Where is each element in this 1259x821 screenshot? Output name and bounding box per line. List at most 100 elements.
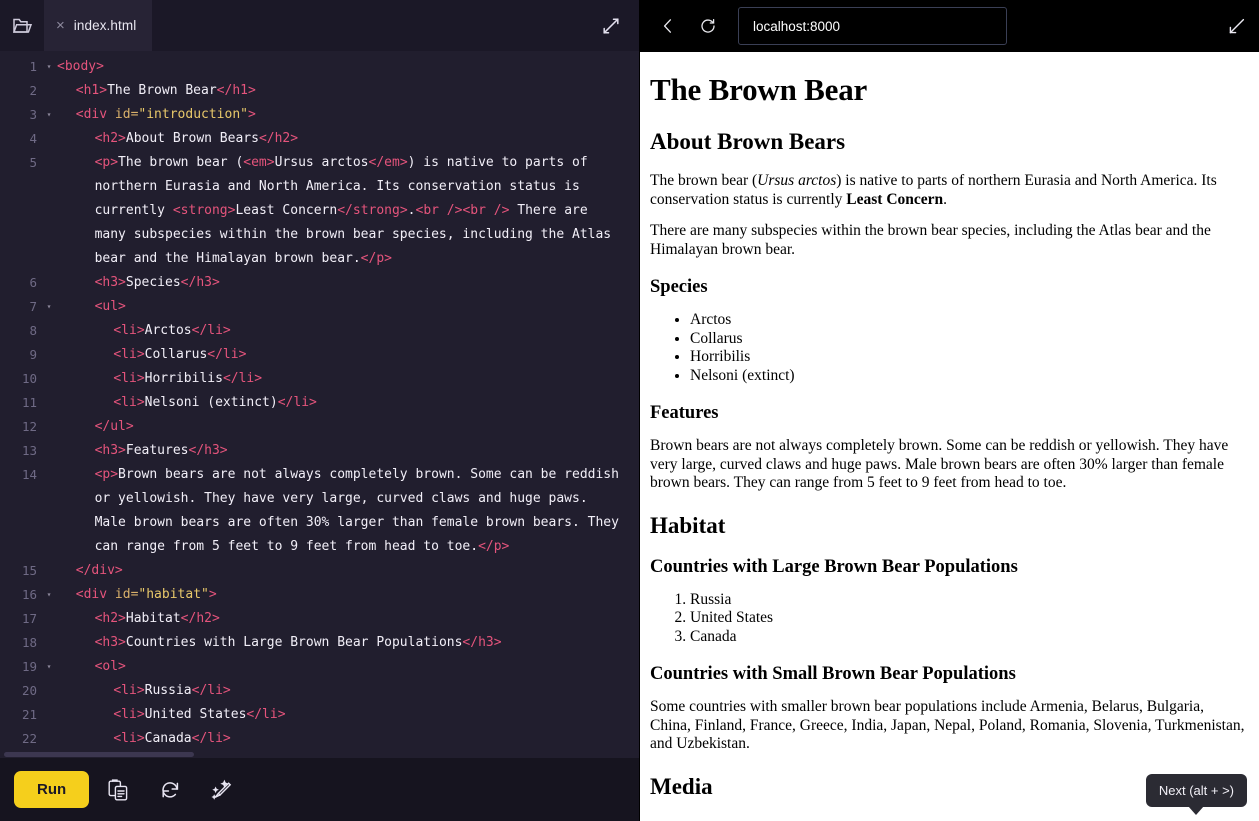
code-line[interactable]: 2 <h1>The Brown Bear</h1> [0,79,639,103]
code-line[interactable]: 13 <h3>Features</h3> [0,439,639,463]
code-token: <h3> [94,443,126,458]
code-line-content[interactable]: <div id="introduction"> [57,103,639,127]
magic-wand-icon[interactable] [199,767,245,813]
code-editor[interactable]: 1 ▾ <body> 2 <h1>The Brown Bear</h1> 3 ▾ <div i… [0,51,639,751]
line-number: 19 [21,659,37,674]
code-line-content[interactable]: <h2>About Brown Bears</h2> [57,127,639,151]
code-token: <p> [94,155,119,170]
intro-text-a: The brown bear ( [650,172,758,189]
line-number: 20 [21,683,37,698]
species-list-item: Nelsoni (extinct) [690,367,1247,386]
code-token: Least Concern [235,203,338,218]
fold-triangle-icon[interactable]: ▾ [41,655,57,679]
reload-icon[interactable] [690,8,726,44]
code-line-content[interactable]: <li>United States</li> [57,703,639,727]
code-line[interactable]: 4 <h2>About Brown Bears</h2> [0,127,639,151]
line-number: 10 [21,371,37,386]
code-line-content[interactable]: <ol> [57,655,639,679]
code-line[interactable]: 12 </ul> [0,415,639,439]
code-token: id= [114,587,139,602]
fold-triangle-icon[interactable]: ▾ [41,583,57,607]
code-line[interactable]: 20 <li>Russia</li> [0,679,639,703]
code-line[interactable]: 17 <h2>Habitat</h2> [0,607,639,631]
code-line-content[interactable]: <li>Canada</li> [57,727,639,751]
clipboard-copy-icon[interactable] [95,767,141,813]
code-line[interactable]: 3 ▾ <div id="introduction"> [0,103,639,127]
code-token: id= [114,107,139,122]
code-token: <em> [243,155,275,170]
run-button[interactable]: Run [14,771,90,808]
code-line[interactable]: 5 <p>The brown bear (<em>Ursus arctos</em… [0,151,639,271]
code-line-content[interactable]: <li>Arctos</li> [57,319,639,343]
line-number: 7 [29,299,37,314]
code-line-content[interactable]: <p>Brown bears are not always completely… [57,463,639,559]
code-line[interactable]: 1 ▾ <body> [0,55,639,79]
code-token: <li> [113,395,145,410]
code-line[interactable]: 14 <p>Brown bears are not always complete… [0,463,639,559]
code-line-content[interactable]: <li>Nelsoni (extinct)</li> [57,391,639,415]
code-line-content[interactable]: </div> [57,559,639,583]
code-line[interactable]: 10 <li>Horribilis</li> [0,367,639,391]
code-line-content[interactable]: <h3>Species</h3> [57,271,639,295]
url-bar[interactable]: localhost:8000 [738,7,1007,45]
code-line-content[interactable]: <h2>Habitat</h2> [57,607,639,631]
fold-triangle-icon[interactable]: ▾ [41,103,57,127]
code-line[interactable]: 16 ▾ <div id="habitat"> [0,583,639,607]
tab-close-icon[interactable]: × [56,18,65,33]
code-token: Canada [144,731,192,746]
code-line[interactable]: 9 <li>Collarus</li> [0,343,639,367]
line-number: 14 [21,467,37,482]
editor-pane: × index.html 1 ▾ <body> 2 <h1>The Brown Bear… [0,0,640,821]
scrollbar-thumb[interactable] [4,752,194,757]
code-line-content[interactable]: <li>Collarus</li> [57,343,639,367]
code-line[interactable]: 11 <li>Nelsoni (extinct)</li> [0,391,639,415]
code-token: </h3> [188,443,228,458]
code-line-content[interactable]: <li>Horribilis</li> [57,367,639,391]
collapse-diagonal-icon[interactable] [1219,9,1253,43]
code-line-content[interactable]: <li>Russia</li> [57,679,639,703]
code-token: <li> [113,371,145,386]
code-line-content[interactable]: <ul> [57,295,639,319]
features-paragraph: Brown bears are not always completely br… [650,437,1229,491]
code-lines[interactable]: 1 ▾ <body> 2 <h1>The Brown Bear</h1> 3 ▾ <div i… [0,55,639,751]
code-line[interactable]: 18 <h3>Countries with Large Brown Bear Po… [0,631,639,655]
code-line-content[interactable]: <h3>Features</h3> [57,439,639,463]
line-number: 15 [21,563,37,578]
code-line-content[interactable]: <div id="habitat"> [57,583,639,607]
code-token: Brown bears are not always completely br… [94,467,627,554]
fold-triangle-icon[interactable]: ▾ [41,55,57,79]
code-line-content[interactable]: </ul> [57,415,639,439]
code-token: Collarus [144,347,208,362]
line-number: 9 [29,347,37,362]
code-line-content[interactable]: <h1>The Brown Bear</h1> [57,79,639,103]
editor-tab-index-html[interactable]: × index.html [44,0,153,51]
country-list-item: Russia [690,591,1247,610]
code-line[interactable]: 22 <li>Canada</li> [0,727,639,751]
code-token: </em> [368,155,408,170]
code-token: <br /> [462,203,510,218]
code-token: <h3> [94,275,126,290]
code-line[interactable]: 21 <li>United States</li> [0,703,639,727]
chevron-left-icon[interactable] [650,8,686,44]
code-line-content[interactable]: <h3>Countries with Large Brown Bear Popu… [57,631,639,655]
code-token: </li> [277,395,317,410]
code-line[interactable]: 15 </div> [0,559,639,583]
editor-horizontal-scrollbar[interactable] [0,751,639,758]
code-line[interactable]: 7 ▾ <ul> [0,295,639,319]
line-number: 11 [21,395,37,410]
fold-triangle-icon[interactable]: ▾ [41,295,57,319]
code-line[interactable]: 6 <h3>Species</h3> [0,271,639,295]
code-line[interactable]: 19 ▾ <ol> [0,655,639,679]
rendered-page-viewport[interactable]: The Brown Bear About Brown Bears The bro… [640,52,1259,821]
expand-diagonal-icon[interactable] [583,0,639,51]
code-line[interactable]: 8 <li>Arctos</li> [0,319,639,343]
heading-features: Features [650,403,719,423]
url-input[interactable]: localhost:8000 [753,19,840,34]
refresh-icon[interactable] [147,767,193,813]
folder-open-icon[interactable] [0,0,44,51]
tab-title: index.html [73,18,137,33]
code-token: Nelsoni (extinct) [144,395,278,410]
code-line-content[interactable]: <body> [57,55,639,79]
conservation-status: Least Concern [846,190,944,208]
code-line-content[interactable]: <p>The brown bear (<em>Ursus arctos</em>… [57,151,639,271]
